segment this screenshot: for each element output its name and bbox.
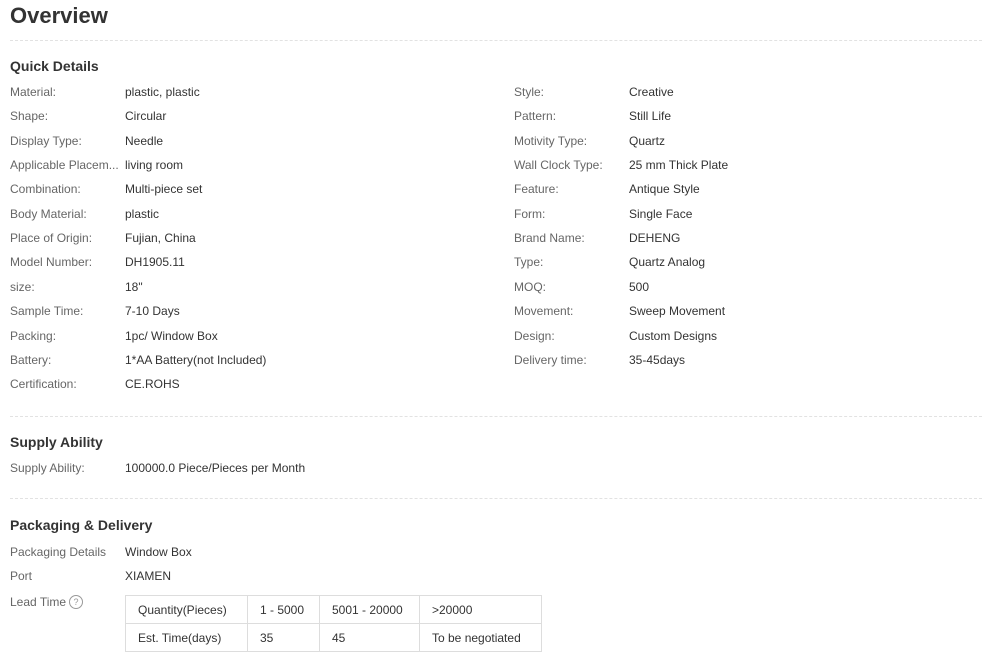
detail-value: plastic, plastic	[125, 85, 200, 99]
table-header-cell: 1 - 5000	[247, 595, 320, 624]
detail-value: 500	[629, 279, 650, 294]
table-header-cell: 5001 - 20000	[319, 595, 420, 624]
lead-time-label-wrap: Lead Time?	[10, 592, 125, 612]
quick-details-heading: Quick Details	[10, 58, 99, 74]
detail-value: Still Life	[629, 109, 672, 124]
detail-value: living room	[125, 158, 184, 173]
detail-label: Delivery time:	[514, 352, 587, 367]
help-icon[interactable]: ?	[69, 595, 84, 609]
detail-label: Packing:	[10, 328, 57, 343]
divider	[10, 498, 982, 499]
detail-label: Type:	[514, 255, 544, 270]
detail-label: Sample Time:	[10, 304, 84, 319]
detail-value: Circular	[125, 109, 167, 124]
detail-value: DH1905.11	[125, 255, 185, 270]
lead-time-label: Lead Time	[10, 595, 67, 609]
detail-value: Fujian, China	[125, 231, 196, 246]
detail-value: Custom Designs	[629, 328, 718, 343]
detail-value: Quartz Analog	[629, 255, 706, 270]
detail-label: Applicable Placem...	[10, 158, 119, 173]
table-row: Est. Time(days) 35 45 To be negotiated	[125, 623, 542, 652]
detail-label: Body Material:	[10, 206, 87, 221]
table-row: Quantity(Pieces) 1 - 5000 5001 - 20000 >…	[125, 595, 542, 624]
table-cell: 45	[319, 623, 420, 652]
detail-label: Wall Clock Type:	[514, 158, 603, 173]
detail-label: Combination:	[10, 182, 81, 197]
detail-value: plastic	[125, 206, 160, 221]
detail-value: CE.ROHS	[125, 377, 180, 392]
packaging-delivery-heading: Packaging & Delivery	[10, 517, 153, 533]
detail-value: 1*AA Battery(not Included)	[125, 352, 267, 367]
table-cell: 35	[247, 623, 320, 652]
detail-label: MOQ:	[514, 279, 546, 294]
table-header-cell: >20000	[419, 595, 542, 624]
detail-label: size:	[10, 279, 35, 294]
supply-ability-value: 100000.0 Piece/Pieces per Month	[125, 461, 306, 475]
detail-label: Movement:	[514, 304, 574, 319]
detail-label: Model Number:	[10, 255, 93, 270]
detail-label: Place of Origin:	[10, 231, 93, 246]
detail-value: Needle	[125, 133, 164, 148]
detail-value: Creative	[629, 85, 674, 99]
lead-time-table: Quantity(Pieces) 1 - 5000 5001 - 20000 >…	[125, 595, 542, 652]
detail-value: Single Face	[629, 206, 693, 221]
divider	[10, 416, 982, 417]
packaging-details-label: Packaging Details	[10, 545, 107, 559]
detail-label: Form:	[514, 206, 546, 221]
supply-ability-heading: Supply Ability	[10, 434, 103, 450]
detail-label: Certification:	[10, 377, 77, 392]
detail-value: 25 mm Thick Plate	[629, 158, 729, 173]
detail-label: Battery:	[10, 352, 52, 367]
detail-value: Quartz	[629, 133, 666, 148]
table-cell: Est. Time(days)	[125, 623, 248, 652]
detail-value: 35-45days	[629, 352, 686, 367]
detail-value: Antique Style	[629, 182, 700, 197]
page-title: Overview	[10, 3, 108, 28]
detail-label: Design:	[514, 328, 555, 343]
table-cell: To be negotiated	[419, 623, 542, 652]
table-header-cell: Quantity(Pieces)	[125, 595, 248, 624]
packaging-details-value: Window Box	[125, 545, 192, 559]
detail-value: 18"	[125, 279, 143, 294]
divider	[10, 40, 982, 41]
detail-label: Shape:	[10, 109, 49, 124]
detail-label: Brand Name:	[514, 231, 585, 246]
detail-value: Sweep Movement	[629, 304, 726, 319]
supply-ability-label: Supply Ability:	[10, 461, 85, 475]
detail-label: Pattern:	[514, 109, 557, 124]
detail-label: Feature:	[514, 182, 559, 197]
detail-value: Multi-piece set	[125, 182, 203, 197]
detail-label: Material:	[10, 85, 57, 99]
detail-label: Display Type:	[10, 133, 82, 148]
detail-label: Style:	[514, 85, 545, 99]
detail-label: Motivity Type:	[514, 133, 588, 148]
detail-value: 7-10 Days	[125, 304, 180, 319]
detail-value: 1pc/ Window Box	[125, 328, 218, 343]
port-value: XIAMEN	[125, 569, 172, 583]
detail-value: DEHENG	[629, 231, 681, 246]
port-label: Port	[10, 569, 33, 583]
